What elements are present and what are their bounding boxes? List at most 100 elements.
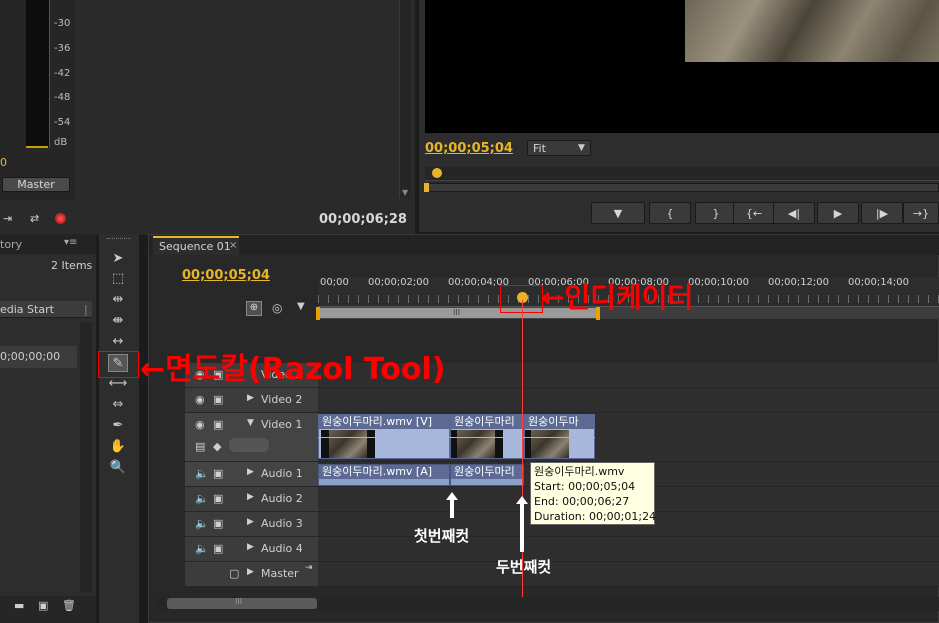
tab-history[interactable]: tory [0, 238, 22, 251]
mark-out-button[interactable]: } [695, 202, 737, 224]
meter-scale-label: -42 [54, 68, 71, 79]
lock-icon[interactable]: ▢ [229, 567, 239, 580]
sequence-tab-label: Sequence 01 [159, 240, 231, 253]
ruler-label: 00;00;12;00 [768, 277, 830, 288]
tab-sequence-01[interactable]: Sequence 01 × [153, 236, 239, 255]
selection-tool-icon[interactable]: ➤ [108, 250, 128, 268]
rate-stretch-tool-icon[interactable]: ↔ [108, 333, 128, 351]
track-master[interactable]: ▢ ▶ Master ⇥ [185, 562, 318, 587]
keyframe-nav[interactable] [229, 438, 269, 452]
source-scrollbar[interactable]: ▼ [399, 0, 411, 198]
audio-clip[interactable]: 원숭이두마리 [450, 464, 524, 486]
column-header-row[interactable]: edia Start | [0, 301, 92, 318]
track-audio-2[interactable]: 🔈 ▣ ▶ Audio 2 [185, 487, 318, 512]
encore-marker-icon[interactable]: ◎ [272, 301, 282, 315]
ruler-label: 00;00;10;00 [688, 277, 750, 288]
speaker-icon[interactable]: 🔈 [195, 517, 209, 530]
speaker-icon[interactable]: 🔈 [195, 467, 209, 480]
lane-video-2[interactable] [318, 388, 939, 413]
program-zoom-bar[interactable] [424, 183, 939, 192]
lock-icon[interactable]: ▣ [213, 492, 223, 505]
camera-icon[interactable]: ▣ [213, 393, 223, 406]
loop-icon[interactable]: ⇄ [30, 212, 39, 225]
clip-label: 원숭이두마리.wmv [V] [319, 415, 449, 429]
go-to-out-button[interactable]: →} [903, 202, 939, 224]
lane-master[interactable] [318, 562, 939, 587]
snap-icon[interactable]: ⊕ [246, 301, 262, 316]
expand-arrow-icon[interactable]: ▶ [247, 393, 254, 403]
step-in-out-icon[interactable]: ⇥ [3, 212, 12, 225]
track-video-1[interactable]: ◉ ▣ ▼ Video 1 ▤ ◆ [185, 413, 318, 462]
lock-icon[interactable]: ▣ [213, 467, 223, 480]
rolling-edit-tool-icon[interactable]: ⇼ [108, 312, 128, 330]
meter-scale-label: -54 [54, 117, 71, 128]
expand-arrow-icon[interactable]: ▶ [247, 567, 254, 577]
ripple-edit-tool-icon[interactable]: ⇹ [108, 291, 128, 309]
lock-icon[interactable]: ▣ [213, 517, 223, 530]
set-marker-icon[interactable]: ▼ [297, 301, 305, 312]
step-back-button[interactable]: ◀| [773, 202, 815, 224]
clip-thumbnail [329, 430, 367, 458]
second-cut-arrow [516, 496, 528, 552]
zoom-tool-icon[interactable]: 🔍 [108, 459, 128, 477]
project-row[interactable]: 0;00;00;00 [0, 346, 77, 368]
meter-scale-label: -48 [54, 92, 71, 103]
track-audio-3[interactable]: 🔈 ▣ ▶ Audio 3 [185, 512, 318, 537]
expand-arrow-icon[interactable]: ▶ [247, 517, 254, 527]
track-label: Audio 4 [261, 542, 303, 555]
pen-tool-icon[interactable]: ✒ [108, 417, 128, 435]
record-icon[interactable] [55, 213, 66, 224]
project-panel: tory ▾≡ 2 Items edia Start | 0;00;00;00 … [0, 234, 96, 623]
new-bin-icon[interactable]: ▬ [14, 599, 24, 612]
eye-icon[interactable]: ◉ [195, 393, 205, 406]
track-label: Video 2 [261, 393, 303, 406]
project-footer: ▬ ▣ 🗑 [0, 596, 96, 623]
keyframe-icon[interactable]: ◆ [213, 440, 221, 453]
add-marker-button[interactable]: ▼ [591, 202, 645, 224]
lock-icon[interactable]: ▣ [213, 542, 223, 555]
project-tab-bar: tory ▾≡ [0, 234, 96, 254]
lane-audio-4[interactable] [318, 537, 939, 562]
play-button[interactable]: ▶ [817, 202, 859, 224]
audio-clip[interactable]: 원숭이두마리.wmv [A] [318, 464, 450, 486]
project-scrollbar[interactable] [80, 322, 92, 592]
eye-icon[interactable]: ◉ [195, 418, 205, 431]
razor-highlight-box [98, 351, 139, 378]
fit-dropdown[interactable]: Fit ▼ [527, 140, 591, 156]
program-mini-ruler [425, 167, 939, 181]
collapse-arrow-icon[interactable]: ▼ [247, 418, 254, 428]
step-forward-button[interactable]: |▶ [861, 202, 903, 224]
mark-in-button[interactable]: { [649, 202, 691, 224]
track-audio-1[interactable]: 🔈 ▣ ▶ Audio 1 [185, 462, 318, 487]
hand-tool-icon[interactable]: ✋ [108, 438, 128, 456]
go-to-in-button[interactable]: {← [733, 202, 775, 224]
slide-tool-icon[interactable]: ⇔ [108, 396, 128, 414]
speaker-icon[interactable]: 🔈 [195, 492, 209, 505]
track-select-tool-icon[interactable]: ⬚ [108, 270, 128, 288]
master-meter-button[interactable]: Master [2, 177, 70, 192]
program-monitor-panel: 00;00;05;04 Fit ▼ ▼ { } {← ◀| ▶ |▶ →} [419, 0, 939, 232]
expand-arrow-icon[interactable]: ▶ [247, 492, 254, 502]
meter-peak-line [26, 146, 48, 148]
source-monitor-panel: ▼ [75, 0, 415, 200]
items-count: 2 Items [51, 259, 93, 272]
trash-icon[interactable]: 🗑 [62, 599, 76, 612]
sequence-timecode[interactable]: 00;00;05;04 [182, 268, 270, 283]
new-item-icon[interactable]: ▣ [38, 599, 48, 612]
timeline-scroll-thumb[interactable]: III [167, 597, 317, 609]
camera-icon[interactable]: ▣ [213, 418, 223, 431]
work-area-start [316, 307, 320, 320]
panel-menu-icon[interactable]: ▾≡ [64, 237, 77, 248]
display-style-icon[interactable]: ▤ [195, 440, 205, 453]
timeline-scrollbar[interactable]: III [155, 597, 939, 611]
tooltip-title: 원숭이두마리.wmv [534, 465, 625, 478]
speaker-icon[interactable]: 🔈 [195, 542, 209, 555]
track-label: Audio 2 [261, 492, 303, 505]
close-icon[interactable]: × [229, 240, 237, 251]
expand-arrow-icon[interactable]: ▶ [247, 542, 254, 552]
track-audio-4[interactable]: 🔈 ▣ ▶ Audio 4 [185, 537, 318, 562]
program-timecode: 00;00;05;04 [425, 141, 513, 156]
master-link-icon: ⇥ [305, 563, 313, 573]
expand-arrow-icon[interactable]: ▶ [247, 467, 254, 477]
track-video-2[interactable]: ◉ ▣ ▶ Video 2 [185, 388, 318, 413]
